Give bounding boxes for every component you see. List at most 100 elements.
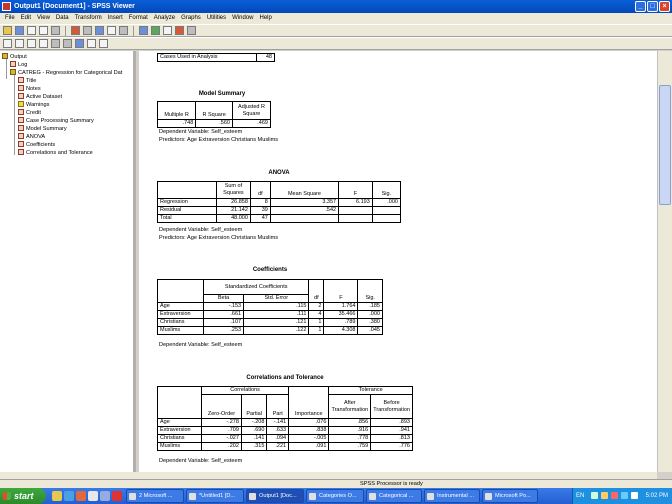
scrollbar-thumb[interactable] [659, 85, 671, 205]
outline-item[interactable]: Notes [18, 85, 41, 93]
menu-data[interactable]: Data [53, 13, 72, 24]
outline-item[interactable]: Coefficients [18, 141, 55, 149]
use-sets-icon[interactable] [163, 26, 172, 35]
standard-toolbar [0, 24, 672, 37]
taskbar-button[interactable]: Instrumental ... [424, 489, 480, 503]
arrow-left-icon[interactable] [3, 39, 12, 48]
tray-icon[interactable] [601, 492, 608, 499]
table-header: Standardized Coefficients [202, 279, 310, 295]
status-bar: SPSS Processor is ready [0, 479, 672, 488]
menu-help[interactable]: Help [257, 13, 275, 24]
start-button[interactable]: start [0, 488, 46, 504]
maximize-button[interactable]: □ [647, 1, 658, 12]
outline-item[interactable]: Credit [18, 109, 41, 117]
taskbar-button[interactable]: 2 Microsoft ... [126, 489, 184, 503]
insert-text-icon[interactable] [99, 39, 108, 48]
select-last-output-icon[interactable] [151, 26, 160, 35]
horizontal-scrollbar[interactable] [0, 472, 657, 479]
print-preview-icon[interactable] [39, 26, 48, 35]
close-button[interactable]: × [659, 1, 670, 12]
menu-window[interactable]: Window [229, 13, 256, 24]
taskbar-button[interactable]: Categories O... [306, 489, 364, 503]
table-header: Sum of Squares [215, 181, 251, 199]
quicklaunch-icon[interactable] [64, 491, 74, 501]
menu-transform[interactable]: Transform [72, 13, 105, 24]
table-row: Total 48.000 47 [157, 214, 402, 223]
hide-icon[interactable] [63, 39, 72, 48]
minimize-button[interactable]: _ [635, 1, 646, 12]
insert-text-icon[interactable] [187, 26, 196, 35]
quicklaunch-icon[interactable] [100, 491, 110, 501]
warning-icon [18, 101, 24, 107]
arrow-right-icon[interactable] [15, 39, 24, 48]
table-header: F [338, 181, 373, 199]
outline-item[interactable]: Log [10, 61, 27, 69]
anova-table[interactable]: Sum of Squares df Mean Square F Sig. Reg… [157, 181, 402, 223]
variables-icon[interactable] [119, 26, 128, 35]
tray-icon[interactable] [591, 492, 598, 499]
outline-item[interactable]: Correlations and Tolerance [18, 149, 93, 157]
outline-item[interactable]: Case Processing Summary [18, 117, 94, 125]
outline-item[interactable]: ANOVA [18, 133, 45, 141]
case-processing-table[interactable]: Cases Used in Analysis 48 [156, 53, 275, 62]
menu-utilities[interactable]: Utilities [204, 13, 229, 24]
menu-format[interactable]: Format [126, 13, 151, 24]
tray-icon[interactable] [621, 492, 628, 499]
quicklaunch-icon[interactable] [112, 491, 122, 501]
undo-icon[interactable] [83, 26, 92, 35]
taskbar-button[interactable]: Categorical ... [366, 489, 422, 503]
coefficients-table[interactable]: Standardized Coefficients df F Sig. Beta… [157, 279, 383, 335]
designate-window-icon[interactable] [139, 26, 148, 35]
save-icon[interactable] [15, 26, 24, 35]
show-icon[interactable] [51, 39, 60, 48]
outline-item[interactable]: CATREG - Regression for Categorical Dat [10, 69, 122, 77]
table-cell: .560 [195, 119, 233, 128]
export-icon[interactable] [51, 26, 60, 35]
create-title-icon[interactable] [175, 26, 184, 35]
language-indicator[interactable]: EN [576, 488, 584, 504]
volume-icon[interactable] [631, 492, 638, 499]
goto-case-icon[interactable] [107, 26, 116, 35]
notes-icon [18, 93, 24, 99]
table-cell: .759 [328, 442, 372, 451]
footnote: Predictors: Age Extraversion Christians … [159, 137, 279, 143]
outline-item[interactable]: Active Dataset [18, 93, 62, 101]
outline-item[interactable]: Title [18, 77, 36, 85]
menu-view[interactable]: View [34, 13, 53, 24]
taskbar-button[interactable]: *Untitled1 [D... [186, 489, 244, 503]
insert-heading-icon[interactable] [75, 39, 84, 48]
plus-icon[interactable] [27, 39, 36, 48]
table-cell: Extraversion [157, 426, 202, 435]
table-cell: .778 [328, 434, 372, 443]
menu-edit[interactable]: Edit [18, 13, 34, 24]
table-header: Adjusted R Square [232, 101, 271, 120]
outline-item[interactable]: Model Summary [18, 125, 67, 133]
taskbar-button[interactable]: Microsoft Po... [482, 489, 538, 503]
table-header: Beta [202, 294, 245, 303]
model-summary-table[interactable]: Multiple R R Square Adjusted R Square .7… [156, 101, 271, 128]
table-cell: .221 [266, 442, 290, 451]
open-icon[interactable] [3, 26, 12, 35]
menu-file[interactable]: File [2, 13, 18, 24]
word-icon [129, 493, 136, 500]
correlations-table[interactable]: Correlations Importance Tolerance Zero-O… [157, 386, 413, 451]
goto-data-icon[interactable] [95, 26, 104, 35]
table-row: Muslims .253 .122 1 4.308 .045 [157, 326, 383, 335]
outline-item[interactable]: Output [2, 53, 27, 61]
outline-item[interactable]: Warnings [18, 101, 49, 109]
print-icon[interactable] [27, 26, 36, 35]
menu-insert[interactable]: Insert [105, 13, 126, 24]
menu-graphs[interactable]: Graphs [178, 13, 204, 24]
quicklaunch-icon[interactable] [76, 491, 86, 501]
book-icon [2, 53, 8, 59]
menu-analyze[interactable]: Analyze [151, 13, 178, 24]
table-cell: .690 [240, 426, 268, 435]
tray-icon[interactable] [611, 492, 618, 499]
dialog-recall-icon[interactable] [71, 26, 80, 35]
minus-icon[interactable] [39, 39, 48, 48]
insert-title-icon[interactable] [87, 39, 96, 48]
vertical-scrollbar[interactable] [657, 51, 672, 472]
quicklaunch-icon[interactable] [88, 491, 98, 501]
taskbar-button[interactable]: Output1 [Doc... [246, 489, 304, 503]
quicklaunch-icon[interactable] [52, 491, 62, 501]
